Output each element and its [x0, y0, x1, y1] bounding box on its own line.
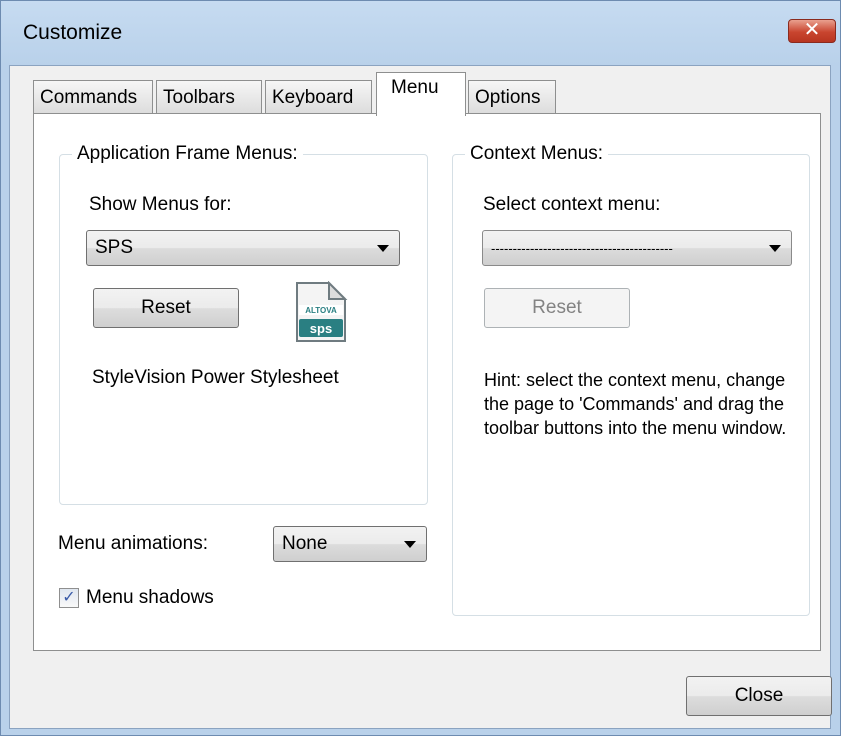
- hint-text: Hint: select the context menu, change th…: [484, 370, 787, 438]
- customize-dialog: Customize ✕ Commands Toolbars Keyboard M…: [0, 0, 841, 736]
- button-label: Reset: [532, 297, 582, 318]
- reset-context-button[interactable]: Reset: [484, 288, 630, 328]
- document-type-label: StyleVision Power Stylesheet: [92, 367, 339, 388]
- selected-value: ----------------------------------------…: [491, 241, 673, 256]
- close-window-button[interactable]: ✕: [788, 19, 836, 43]
- tab-label: Options: [475, 87, 541, 108]
- group-title: Application Frame Menus:: [72, 143, 303, 165]
- selected-value: SPS: [95, 237, 134, 258]
- tab-toolbars[interactable]: Toolbars: [156, 80, 262, 114]
- close-button[interactable]: Close: [686, 676, 832, 716]
- tab-label: Menu: [391, 77, 439, 98]
- select-context-menu-label: Select context menu:: [483, 194, 661, 215]
- menu-tab-panel: Application Frame Menus: Show Menus for:…: [33, 113, 821, 651]
- icon-brand-text: ALTOVA: [305, 306, 337, 315]
- menu-shadows-checkbox[interactable]: ✓: [59, 588, 79, 608]
- show-menus-for-dropdown[interactable]: SPS: [86, 230, 400, 266]
- menu-shadows-label[interactable]: Menu shadows: [86, 587, 214, 609]
- selected-value: None: [282, 533, 328, 554]
- tab-label: Keyboard: [272, 87, 354, 108]
- dialog-client-area: Commands Toolbars Keyboard Menu Options …: [9, 65, 832, 729]
- title-bar[interactable]: Customize ✕: [1, 1, 840, 65]
- group-title: Context Menus:: [465, 143, 609, 165]
- button-label: Reset: [141, 297, 191, 318]
- tab-keyboard[interactable]: Keyboard: [265, 80, 372, 114]
- icon-type-text: sps: [310, 321, 332, 336]
- dialog-title: Customize: [23, 21, 123, 44]
- button-label: Close: [734, 685, 784, 706]
- chevron-down-icon: [769, 245, 781, 252]
- menu-animations-dropdown[interactable]: None: [273, 526, 427, 562]
- show-menus-for-label: Show Menus for:: [89, 194, 232, 215]
- reset-app-frame-button[interactable]: Reset: [93, 288, 239, 328]
- tab-menu[interactable]: Menu: [376, 72, 466, 116]
- chevron-down-icon: [377, 245, 389, 252]
- menu-animations-label: Menu animations:: [58, 533, 208, 554]
- checkmark-icon: ✓: [62, 589, 76, 606]
- close-icon: ✕: [803, 19, 821, 41]
- context-menu-dropdown[interactable]: ----------------------------------------…: [482, 230, 792, 266]
- tab-label: Toolbars: [163, 87, 235, 108]
- tab-label: Commands: [40, 87, 138, 108]
- sps-file-icon: ALTOVA sps: [296, 281, 348, 342]
- chevron-down-icon: [404, 541, 416, 548]
- tab-commands[interactable]: Commands: [33, 80, 153, 114]
- tab-options[interactable]: Options: [468, 80, 556, 114]
